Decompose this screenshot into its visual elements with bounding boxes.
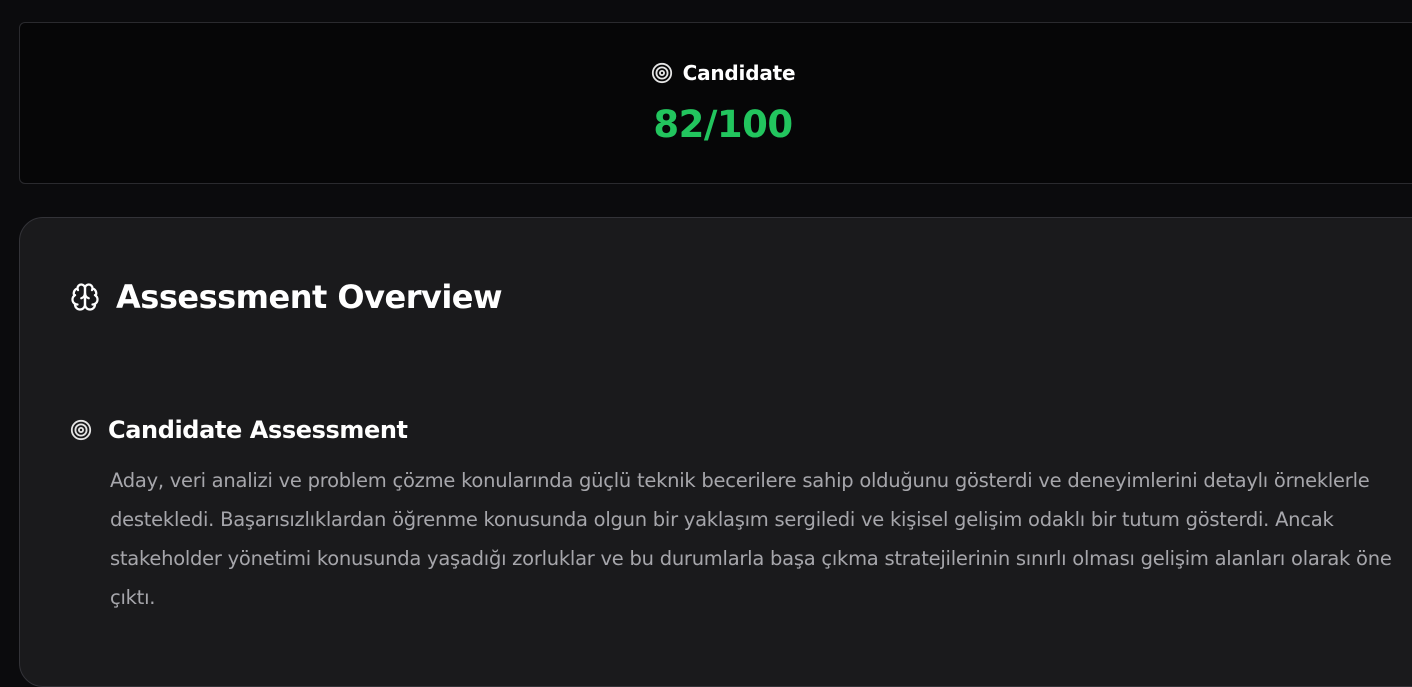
target-icon [70, 419, 92, 441]
candidate-score-card: Candidate 82/100 [19, 22, 1412, 184]
overview-title: Assessment Overview [116, 278, 503, 316]
score-label: Candidate [682, 61, 796, 85]
score-value: 82/100 [653, 103, 793, 146]
candidate-assessment-section: Candidate Assessment Aday, veri analizi … [70, 416, 1410, 617]
score-label-row: Candidate [20, 61, 1412, 85]
section-header: Candidate Assessment [70, 416, 1410, 444]
assessment-overview-card: Assessment Overview Candidate Assessment… [19, 217, 1412, 687]
section-title: Candidate Assessment [108, 416, 408, 444]
brain-icon [70, 282, 100, 312]
target-icon [651, 62, 673, 84]
assessment-text: Aday, veri analizi ve problem çözme konu… [110, 469, 1392, 609]
overview-header: Assessment Overview [70, 278, 503, 316]
